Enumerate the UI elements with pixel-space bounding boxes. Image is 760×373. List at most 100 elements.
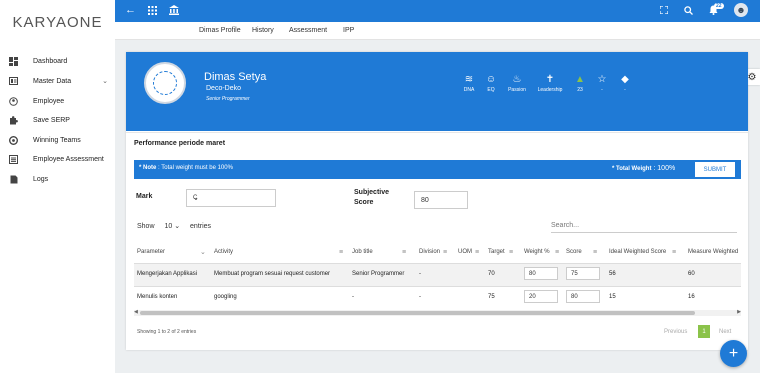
- sort-icon: ≡: [475, 248, 480, 256]
- sort-icon: ≡: [402, 248, 407, 256]
- score-value: 75: [571, 271, 578, 277]
- column-header-weight[interactable]: Weight % ≡: [524, 242, 559, 262]
- column-header-label: Target: [488, 249, 505, 255]
- column-header-label: Job title: [352, 249, 373, 255]
- search-placeholder: Search...: [551, 222, 580, 229]
- stat-label: Leadership: [537, 87, 563, 93]
- sidebar-item-employee-assessment[interactable]: Employee Assessment: [0, 152, 115, 166]
- column-header-label: UOM: [458, 249, 472, 255]
- back-arrow-icon[interactable]: ←: [125, 4, 136, 16]
- tab-assessment[interactable]: Assessment: [289, 27, 327, 34]
- column-header-label: Weight %: [524, 249, 550, 255]
- tab-ipp[interactable]: IPP: [343, 27, 354, 34]
- cell-activity: googling: [214, 294, 237, 300]
- table-search-input[interactable]: Search...: [551, 221, 737, 233]
- cell-measure-weighted: 16: [688, 294, 695, 300]
- page-1-button[interactable]: 1: [698, 325, 710, 338]
- column-header-label: Division: [419, 249, 441, 255]
- company-badge-logo: [144, 62, 186, 104]
- column-header-label: Measure Weighted: [688, 249, 739, 255]
- sidebar-item-save-serp[interactable]: Save SERP: [0, 113, 115, 127]
- submit-button[interactable]: SUBMIT: [695, 162, 735, 177]
- profile-banner: Dimas Setya Deco-Deko Senior Programmer …: [126, 52, 748, 131]
- sidebar-item-label: Save SERP: [33, 116, 70, 124]
- chevron-down-icon: ⌄: [193, 195, 199, 202]
- stat-passion[interactable]: ♨ Passion: [502, 74, 532, 93]
- sort-icon: ≡: [339, 248, 344, 256]
- sidebar-item-label: Employee Assessment: [33, 155, 104, 163]
- plus-icon: +: [728, 344, 739, 362]
- mark-label: Mark: [136, 193, 153, 200]
- sidebar-item-label: Dashboard: [33, 57, 68, 65]
- note-text: : Total weight must be 100%: [156, 165, 233, 171]
- score-input[interactable]: 80: [566, 290, 600, 303]
- weight-value: 20: [529, 294, 536, 300]
- cell-activity: Membuat program sesuai request customer: [214, 271, 331, 277]
- score-input[interactable]: 75: [566, 267, 600, 280]
- person-icon: ✝: [545, 74, 555, 85]
- institution-icon[interactable]: [169, 4, 179, 16]
- app-logo[interactable]: KARYAONE: [0, 0, 115, 45]
- add-button[interactable]: +: [720, 340, 747, 367]
- search-icon[interactable]: [684, 5, 693, 15]
- column-header-job-title[interactable]: Job title ≡: [352, 242, 406, 262]
- sidebar-item-logs[interactable]: Logs: [0, 172, 115, 186]
- cell-job-title: Senior Programmer: [352, 271, 405, 277]
- weight-value: 80: [529, 271, 536, 277]
- horizontal-scrollbar[interactable]: ◀ ▶: [134, 309, 741, 316]
- next-page-button[interactable]: Next: [719, 329, 731, 335]
- column-header-uom[interactable]: UOM ≡: [458, 242, 479, 262]
- entries-select-value: 10: [164, 223, 173, 230]
- total-weight: * Total Weight : 100%: [612, 165, 675, 172]
- column-header-target[interactable]: Target ≡: [488, 242, 513, 262]
- divider: [126, 132, 748, 133]
- show-label: Show: [137, 223, 155, 230]
- sidebar-item-employee[interactable]: Employee: [0, 94, 115, 108]
- column-header-parameter[interactable]: Parameter ⌄: [137, 242, 206, 262]
- puzzle-icon: [9, 115, 18, 125]
- performance-table: Parameter ⌄ Activity ≡ Job title ≡ Division…: [134, 242, 741, 310]
- sort-icon: ≡: [672, 248, 677, 256]
- subjective-score-input[interactable]: 80: [414, 191, 468, 209]
- weight-input[interactable]: 20: [524, 290, 558, 303]
- scrollbar-thumb[interactable]: [140, 311, 695, 315]
- fullscreen-icon[interactable]: [660, 6, 668, 14]
- weight-note-bar: * Note : Total weight must be 100% * Tot…: [134, 160, 741, 179]
- user-avatar[interactable]: ☻: [734, 3, 748, 17]
- grid-icon[interactable]: [148, 4, 157, 16]
- notification-bell-icon[interactable]: 22: [709, 3, 724, 15]
- scroll-right-icon[interactable]: ▶: [737, 309, 741, 315]
- stat-leadership[interactable]: ✝ Leadership: [535, 74, 565, 93]
- entries-select[interactable]: 10 ⌄: [164, 223, 180, 230]
- cell-division: -: [419, 271, 421, 277]
- sidebar-item-winning-teams[interactable]: Winning Teams: [0, 133, 115, 147]
- weight-note: * Note : Total weight must be 100%: [139, 165, 233, 171]
- scroll-left-icon[interactable]: ◀: [134, 309, 138, 315]
- top-bar: ← 22 ☻: [115, 0, 760, 22]
- sidebar-item-master-data[interactable]: Master Data ⌄: [0, 74, 115, 88]
- column-header-ideal-weighted-score[interactable]: Ideal Weighted Score ≡: [609, 242, 676, 262]
- cell-target: 75: [488, 294, 495, 300]
- chevron-down-icon: ⌄: [102, 78, 108, 85]
- column-header-label: Activity: [214, 249, 234, 255]
- tab-dimas-profile[interactable]: Dimas Profile: [199, 27, 241, 34]
- column-header-activity[interactable]: Activity ≡: [214, 242, 343, 262]
- sidebar-item-label: Master Data: [33, 77, 72, 85]
- profile-subnav: Dimas Profile History Assessment IPP: [115, 22, 760, 40]
- sort-icon: ≡: [593, 248, 598, 256]
- file-icon: [9, 175, 18, 184]
- column-header-score[interactable]: Score ≡: [566, 242, 597, 262]
- stat-tag[interactable]: ◆ -: [610, 74, 640, 93]
- table-row: Mengerjakan Applikasi Membuat program se…: [134, 264, 741, 286]
- tab-history[interactable]: History: [252, 27, 274, 34]
- column-header-measure-weighted[interactable]: Measure Weighted: [688, 242, 741, 262]
- column-header-division[interactable]: Division ≡: [419, 242, 447, 262]
- subjective-score-value: 80: [421, 197, 429, 204]
- mark-select[interactable]: C ⌄: [186, 189, 276, 207]
- cell-measure-weighted: 60: [688, 271, 695, 277]
- sidebar-item-dashboard[interactable]: Dashboard: [0, 54, 115, 68]
- cell-parameter: Menulis konten: [137, 294, 178, 300]
- performance-title: Performance periode maret: [134, 140, 226, 147]
- previous-page-button[interactable]: Previous: [664, 329, 687, 335]
- weight-input[interactable]: 80: [524, 267, 558, 280]
